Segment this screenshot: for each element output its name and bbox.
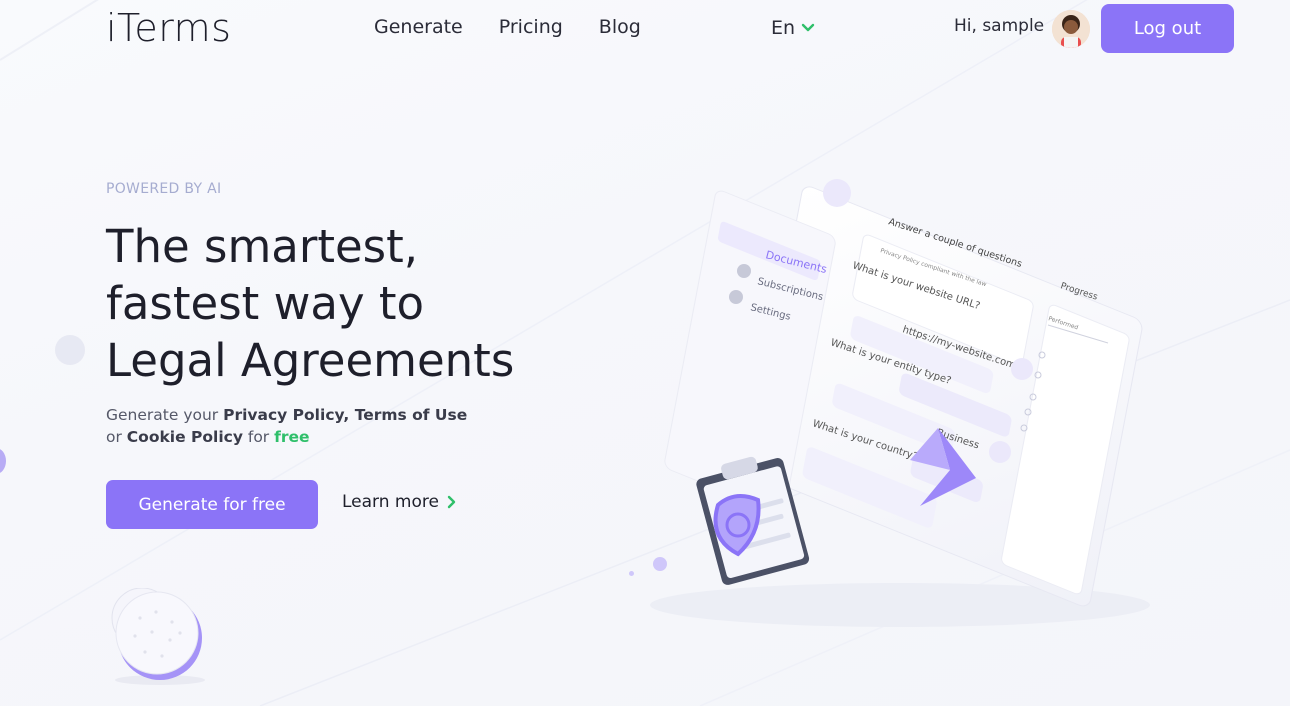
hero-eyebrow: POWERED BY AI	[106, 181, 222, 197]
brand-logo[interactable]: iTerms	[106, 6, 231, 50]
cookie-policy-text: Cookie Policy	[126, 428, 243, 446]
learn-more-link[interactable]: Learn more	[342, 492, 457, 512]
free-text: free	[274, 428, 310, 446]
nav-item-generate[interactable]: Generate	[374, 16, 463, 38]
chevron-down-icon	[801, 23, 815, 32]
headline-line: Legal Agreements	[106, 334, 515, 387]
subtitle-comma: ,	[343, 406, 355, 424]
user-greeting: Hi, sample	[954, 16, 1045, 36]
app-illustration: Documents Subscriptions Settings Answer …	[600, 160, 1200, 640]
logout-button[interactable]: Log out	[1101, 4, 1234, 53]
main-nav: Generate Pricing Blog	[374, 16, 641, 38]
generate-for-free-button[interactable]: Generate for free	[106, 480, 318, 529]
language-selector[interactable]: En	[771, 17, 815, 39]
site-header: iTerms Generate Pricing Blog En Hi, samp…	[0, 0, 1290, 60]
cookie-icon	[111, 587, 205, 685]
chevron-right-icon	[447, 495, 456, 509]
terms-of-use-text: Terms of Use	[354, 406, 468, 424]
subtitle-text: Generate your	[106, 406, 224, 424]
subtitle-text: for	[242, 428, 275, 446]
hero-subtitle: Generate your Privacy Policy, Terms of U…	[106, 404, 467, 448]
avatar[interactable]	[1052, 10, 1090, 48]
headline-line: The smartest,	[106, 220, 419, 273]
language-label: En	[771, 17, 796, 39]
headline-line: fastest way to	[106, 277, 425, 330]
privacy-policy-text: Privacy Policy	[223, 406, 344, 424]
subtitle-text: or	[106, 428, 127, 446]
user-avatar-icon	[1052, 10, 1090, 48]
nav-item-pricing[interactable]: Pricing	[499, 16, 563, 38]
learn-more-label: Learn more	[342, 492, 439, 512]
decorative-dot	[55, 335, 85, 365]
app-mockup-graphic: Documents Subscriptions Settings Answer …	[650, 179, 1150, 627]
cookie-illustration	[100, 587, 210, 688]
nav-item-blog[interactable]: Blog	[599, 16, 641, 38]
hero-headline: The smartest, fastest way to Legal Agree…	[106, 218, 546, 389]
